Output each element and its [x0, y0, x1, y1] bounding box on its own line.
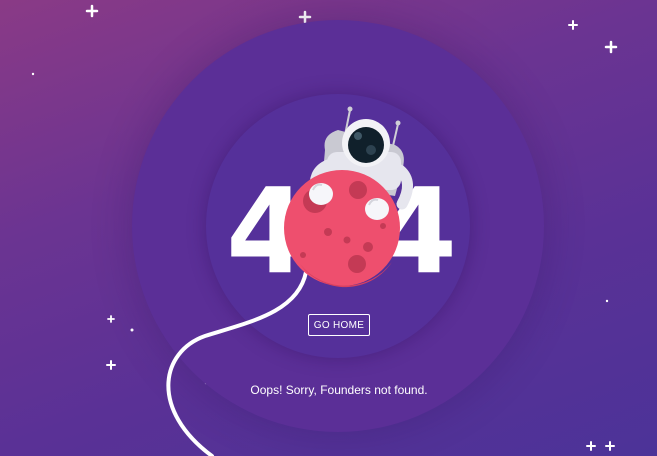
- not-found-message: Oops! Sorry, Founders not found.: [250, 383, 428, 397]
- tether-rope: [166, 270, 308, 456]
- go-home-button[interactable]: GO HOME: [308, 314, 370, 336]
- planet-icon: [284, 170, 400, 288]
